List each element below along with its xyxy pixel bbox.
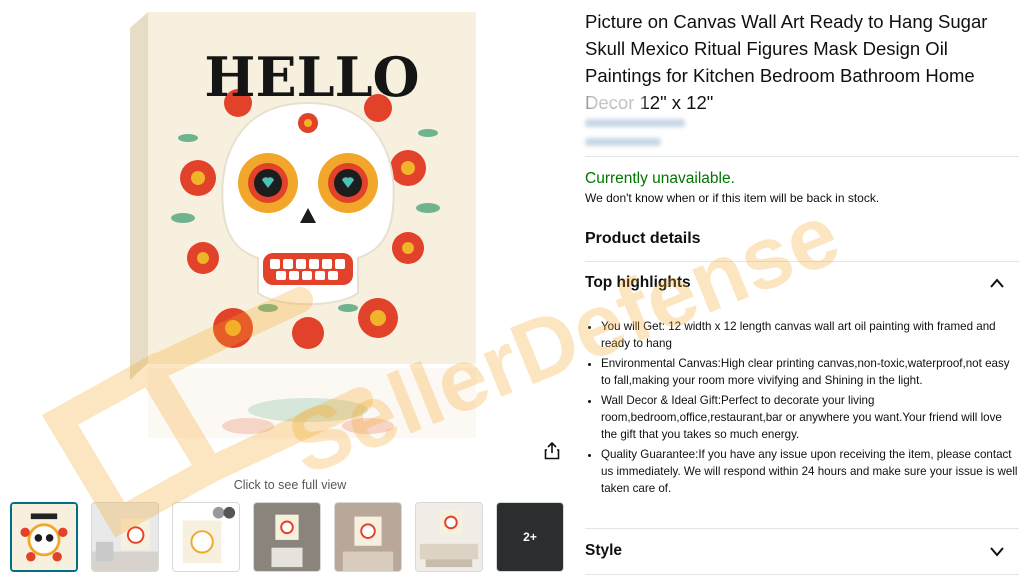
top-highlights-label: Top highlights: [585, 274, 691, 291]
highlight-item: Wall Decor & Ideal Gift:Perfect to decor…: [601, 392, 1021, 443]
highlight-item: Quality Guarantee:If you have any issue …: [601, 446, 1021, 497]
style-label: Style: [585, 542, 623, 559]
style-toggle[interactable]: Style: [585, 534, 1019, 566]
divider: [585, 574, 1019, 575]
thumbnail-more-button[interactable]: 2+: [496, 502, 564, 572]
availability-note: We don't know when or if this item will …: [585, 191, 880, 205]
top-highlights-toggle[interactable]: Top highlights: [585, 266, 1019, 298]
product-details-heading: Product details: [585, 230, 701, 247]
ratings-redacted: [585, 138, 661, 146]
divider: [585, 528, 1019, 529]
thumbnail-4[interactable]: [253, 502, 321, 572]
top-highlights-list: You will Get: 12 width x 12 length canva…: [587, 318, 1021, 500]
share-icon: [544, 442, 560, 460]
click-to-see-full-view[interactable]: Click to see full view: [190, 478, 390, 492]
title-redaction: [585, 92, 643, 112]
product-title: Picture on Canvas Wall Art Ready to Hang…: [585, 11, 988, 113]
thumbnail-6[interactable]: [415, 502, 483, 572]
brand-link-redacted[interactable]: [585, 119, 685, 127]
chevron-down-icon: [990, 547, 1004, 557]
main-product-image[interactable]: HELLO: [128, 8, 478, 448]
divider: [585, 156, 1019, 157]
chevron-up-icon: [990, 278, 1004, 288]
thumbnail-3[interactable]: [172, 502, 240, 572]
more-thumbnails-count: 2+: [523, 530, 537, 544]
thumbnail-2[interactable]: [91, 502, 159, 572]
share-button[interactable]: [541, 440, 563, 462]
highlight-item: You will Get: 12 width x 12 length canva…: [601, 318, 1021, 352]
artwork-hello-text: HELLO: [204, 45, 419, 109]
divider: [585, 261, 1019, 262]
availability-status: Currently unavailable.: [585, 170, 735, 187]
highlight-item: Environmental Canvas:High clear printing…: [601, 355, 1021, 389]
thumbnail-1[interactable]: [10, 502, 78, 572]
thumbnail-5[interactable]: [334, 502, 402, 572]
